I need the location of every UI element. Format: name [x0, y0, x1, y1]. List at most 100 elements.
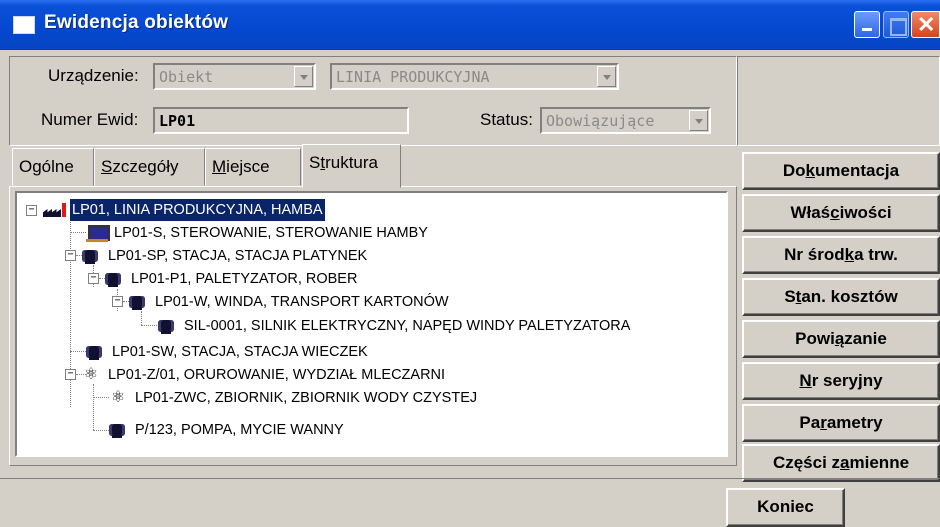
urzadzenie-label: Urządzenie: — [48, 66, 139, 85]
stan-kosztow-button[interactable]: Stan. kosztów — [742, 278, 940, 316]
tree-line — [141, 311, 142, 325]
tree-line — [70, 232, 86, 233]
tree-node[interactable]: ⚛ LP01-ZWC, ZBIORNIK, ZBIORNIK WODY CZYS… — [106, 387, 479, 409]
nr-srodka-trw-button[interactable]: Nr środka trw. — [742, 236, 940, 274]
collapse-toggle[interactable]: − — [26, 205, 37, 216]
tree-node[interactable]: LP01-S, STEROWANIE, STEROWANIE HAMBY — [85, 222, 430, 244]
tree-node[interactable]: LP01, LINIA PRODUKCYJNA, HAMBA — [43, 198, 326, 222]
tree-node-label: LP01, LINIA PRODUKCYJNA, HAMBA — [69, 198, 326, 222]
tab-label-accel: M — [212, 157, 227, 176]
object-type-select[interactable]: LINIA PRODUKCYJNA — [330, 63, 619, 90]
chevron-down-icon[interactable] — [597, 66, 616, 87]
tree-node[interactable]: LP01-SP, STACJA, STACJA PLATYNEK — [79, 245, 369, 267]
struktura-tab-page: − − − − − LP01, LINIA PRODUKCYJNA, HAMBA… — [9, 186, 737, 466]
tree-node[interactable]: LP01-P1, PALETYZATOR, ROBER — [102, 268, 359, 290]
collapse-toggle[interactable]: − — [65, 250, 76, 261]
button-accel: c — [830, 203, 840, 222]
status-value: Obowiązujące — [546, 112, 655, 130]
czesci-zamienne-button[interactable]: Części zamienne — [742, 444, 940, 482]
wlasciwosci-button[interactable]: Właściwości — [742, 194, 940, 232]
header-panel: Urządzenie: Obiekt LINIA PRODUKCYJNA Num… — [9, 56, 737, 146]
button-label: ametry — [826, 413, 883, 432]
motor-icon — [83, 343, 107, 361]
button-accel: k — [805, 161, 816, 180]
tree-node[interactable]: LP01-SW, STACJA, STACJA WIECZEK — [83, 341, 370, 363]
tree-line — [93, 384, 94, 430]
pipe-icon: ⚛ — [110, 389, 126, 406]
tree-node[interactable]: P/123, POMPA, MYCIE WANNY — [106, 419, 346, 441]
status-select[interactable]: Obowiązujące — [540, 107, 711, 134]
parametry-button[interactable]: Parametry — [742, 404, 940, 442]
button-label: r seryjny — [811, 371, 883, 390]
tab-ogolne[interactable]: Ogólne — [12, 148, 94, 186]
title-bar[interactable]: Ewidencja obiektów ✕ — [0, 0, 940, 50]
button-label: Do — [782, 161, 806, 180]
tree-node-label: LP01-SP, STACJA, STACJA PLATYNEK — [108, 248, 368, 264]
tab-struktura[interactable]: Struktura — [302, 144, 401, 188]
button-label: mienne — [849, 453, 910, 472]
powiazanie-button[interactable]: Powiązanie — [742, 320, 940, 358]
button-accel: r — [820, 413, 827, 432]
button-label: Właś — [790, 203, 831, 222]
tab-szczegoly[interactable]: Szczegóły — [94, 148, 205, 186]
tree-node-label: LP01-ZWC, ZBIORNIK, ZBIORNIK WODY CZYSTE… — [135, 390, 478, 406]
tab-label: zczegóły — [112, 157, 179, 176]
structure-tree[interactable]: − − − − − LP01, LINIA PRODUKCYJNA, HAMBA… — [15, 191, 728, 457]
button-accel: k — [844, 245, 855, 264]
koniec-button[interactable]: Koniec — [726, 488, 845, 527]
collapse-toggle[interactable]: − — [88, 273, 99, 284]
collapse-toggle[interactable]: − — [65, 369, 76, 380]
button-label: Powi — [795, 329, 835, 348]
right-top-panel — [737, 56, 940, 146]
object-type-value: LINIA PRODUKCYJNA — [336, 68, 490, 86]
minimize-button[interactable] — [854, 11, 880, 38]
tree-node[interactable]: ⚛ LP01-Z/01, ORUROWANIE, WYDZIAŁ MLECZAR… — [79, 364, 447, 386]
button-accel: N — [799, 371, 812, 390]
button-accel: a — [840, 453, 850, 472]
button-label: iwości — [839, 203, 892, 222]
urzadzenie-select[interactable]: Obiekt — [153, 63, 316, 90]
motor-icon — [106, 421, 130, 439]
status-label: Status: — [480, 110, 533, 129]
close-button[interactable]: ✕ — [911, 11, 940, 38]
button-label: S — [784, 287, 796, 306]
tree-node[interactable]: LP01-W, WINDA, TRANSPORT KARTONÓW — [126, 291, 451, 313]
window-title: Ewidencja obiektów — [44, 12, 229, 33]
button-accel: ą — [834, 329, 845, 348]
motor-icon — [126, 293, 150, 311]
dokumentacja-button[interactable]: Dokumentacja — [742, 152, 940, 190]
tree-node-label: LP01-P1, PALETYZATOR, ROBER — [131, 271, 358, 287]
tree-node-label: LP01-W, WINDA, TRANSPORT KARTONÓW — [155, 294, 449, 310]
tab-label: Ogólne — [19, 157, 74, 176]
collapse-toggle[interactable]: − — [112, 296, 123, 307]
chevron-down-icon[interactable] — [294, 66, 313, 87]
divider — [0, 478, 940, 479]
button-label: Nr środ — [784, 245, 845, 264]
maximize-button[interactable] — [883, 11, 909, 38]
motor-icon — [102, 270, 126, 288]
tab-miejsce[interactable]: Miejsce — [205, 148, 301, 186]
tree-node-label: LP01-S, STEROWANIE, STEROWANIE HAMBY — [114, 225, 428, 241]
numer-ewid-label: Numer Ewid: — [41, 110, 139, 129]
tab-label: ruktura — [325, 153, 378, 172]
tab-label: S — [309, 153, 321, 172]
nr-seryjny-button[interactable]: Nr seryjny — [742, 362, 940, 400]
button-label: Pa — [799, 413, 821, 432]
computer-icon — [85, 224, 110, 242]
window-icon — [13, 16, 35, 34]
button-label: an. kosztów — [801, 287, 898, 306]
motor-icon — [79, 247, 103, 265]
tree-node-label: LP01-SW, STACJA, STACJA WIECZEK — [112, 344, 368, 360]
tree-node[interactable]: SIL-0001, SILNIK ELEKTRYCZNY, NAPĘD WIND… — [155, 315, 632, 337]
urzadzenie-value: Obiekt — [159, 68, 214, 86]
close-icon: ✕ — [917, 12, 936, 37]
pipe-icon: ⚛ — [83, 366, 99, 383]
numer-ewid-input[interactable]: LP01 — [153, 107, 409, 134]
tree-node-label: P/123, POMPA, MYCIE WANNY — [135, 422, 344, 438]
button-label: zanie — [844, 329, 887, 348]
tab-label: iejsce — [226, 157, 270, 176]
button-label: Części z — [772, 453, 841, 472]
chevron-down-icon[interactable] — [689, 110, 708, 131]
button-label: umentacja — [815, 161, 900, 180]
app-window: Ewidencja obiektów ✕ Urządzenie: Obiekt … — [0, 0, 940, 527]
